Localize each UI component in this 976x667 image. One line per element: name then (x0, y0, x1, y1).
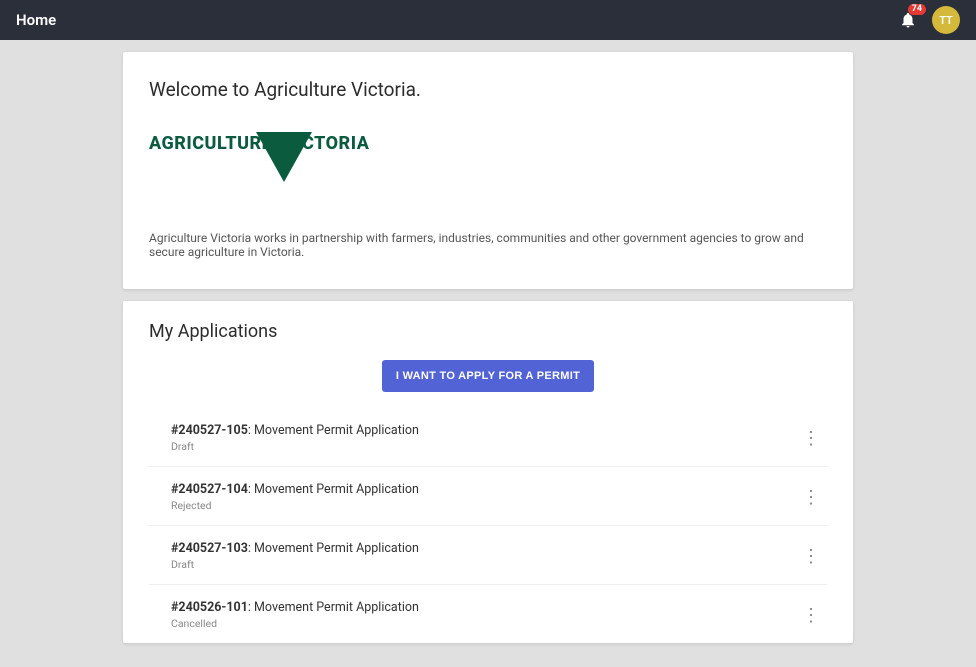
avatar[interactable]: TT (932, 6, 960, 34)
application-title: #240527-105: Movement Permit Application (171, 423, 795, 438)
row-menu-button[interactable]: ⋮ (795, 540, 827, 572)
row-menu-button[interactable]: ⋮ (795, 422, 827, 454)
welcome-heading: Welcome to Agriculture Victoria. (149, 78, 827, 101)
topbar: Home 74 TT (0, 0, 976, 40)
row-menu-button[interactable]: ⋮ (795, 599, 827, 631)
application-id: #240527-105 (171, 423, 248, 438)
application-name: Movement Permit Application (254, 482, 419, 497)
logo-text-left: AGRICULTURE (149, 133, 272, 154)
applications-heading: My Applications (149, 321, 827, 342)
application-row[interactable]: #240526-101: Movement Permit Application… (149, 585, 827, 643)
application-title: #240527-103: Movement Permit Application (171, 541, 795, 556)
application-status: Draft (171, 558, 795, 571)
application-id: #240527-103 (171, 541, 248, 556)
application-status: Cancelled (171, 617, 795, 630)
application-title: #240526-101: Movement Permit Application (171, 600, 795, 615)
notifications-button[interactable]: 74 (894, 6, 922, 34)
page-title: Home (16, 11, 56, 29)
row-menu-button[interactable]: ⋮ (795, 481, 827, 513)
application-row[interactable]: #240527-103: Movement Permit Application… (149, 526, 827, 585)
application-name: Movement Permit Application (254, 541, 419, 556)
application-title: #240527-104: Movement Permit Application (171, 482, 795, 497)
application-name: Movement Permit Application (254, 600, 419, 615)
triangle-icon (256, 132, 312, 182)
applications-card: My Applications I WANT TO APPLY FOR A PE… (123, 301, 853, 643)
welcome-card: Welcome to Agriculture Victoria. AGRICUL… (123, 52, 853, 289)
more-vert-icon: ⋮ (802, 487, 820, 508)
apply-permit-button[interactable]: I WANT TO APPLY FOR A PERMIT (382, 360, 594, 392)
more-vert-icon: ⋮ (802, 428, 820, 449)
agriculture-victoria-logo: AGRICULTURE ICTORIA (149, 115, 827, 171)
application-name: Movement Permit Application (254, 423, 419, 438)
application-status: Draft (171, 440, 795, 453)
application-row[interactable]: #240527-105: Movement Permit Application… (149, 408, 827, 467)
application-id: #240527-104 (171, 482, 248, 497)
application-id: #240526-101 (171, 600, 248, 615)
welcome-body: Agriculture Victoria works in partnershi… (149, 231, 827, 259)
application-status: Rejected (171, 499, 795, 512)
content-area: Welcome to Agriculture Victoria. AGRICUL… (0, 40, 976, 667)
more-vert-icon: ⋮ (802, 605, 820, 626)
more-vert-icon: ⋮ (802, 546, 820, 567)
application-row[interactable]: #240527-104: Movement Permit Application… (149, 467, 827, 526)
notification-count-badge: 74 (908, 4, 926, 15)
